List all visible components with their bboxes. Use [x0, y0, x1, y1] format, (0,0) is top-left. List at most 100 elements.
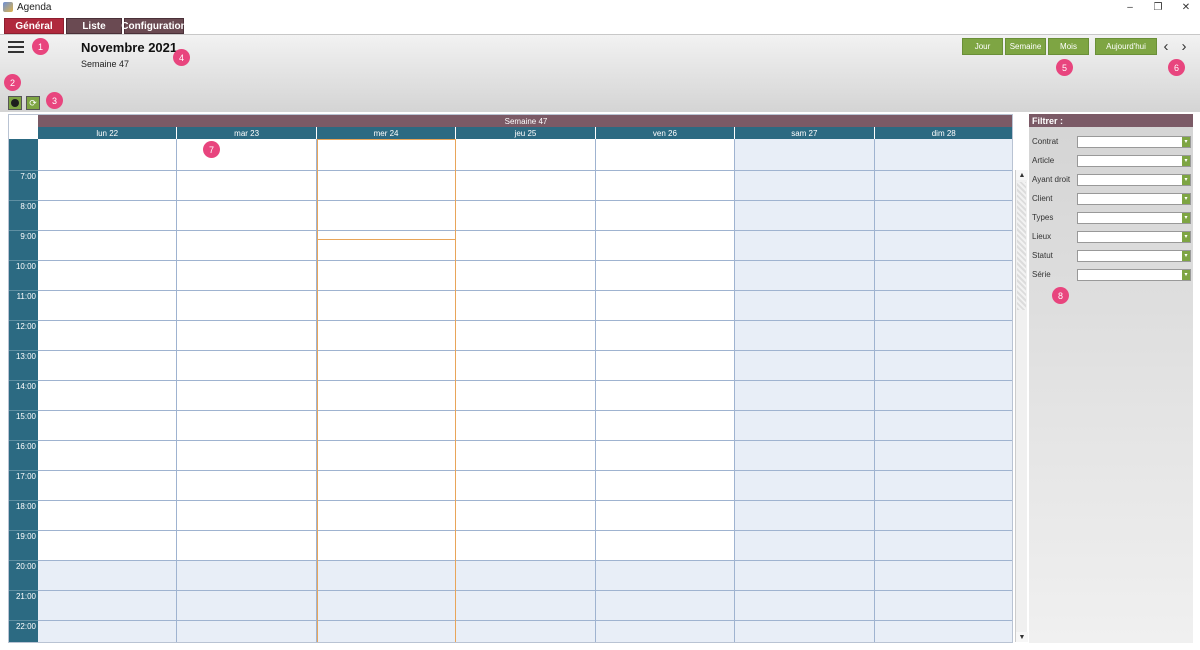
contrat-select[interactable]: ▾: [1077, 135, 1191, 148]
chevron-left-icon[interactable]: ‹: [1160, 38, 1172, 55]
time-gutter: 7:00 8:00 9:00 10:00 11:00 12:00 13:00 14:00 15:…: [9, 139, 38, 642]
hour-line: [38, 170, 1012, 171]
hour-line: [38, 620, 1012, 621]
page-title: Novembre 2021: [81, 40, 178, 55]
day-column[interactable]: [456, 139, 596, 642]
month-view-button[interactable]: Mois: [1048, 38, 1089, 55]
time-label: 9:00: [9, 230, 38, 260]
view-switcher: Jour Semaine Mois Aujourd'hui: [962, 38, 1157, 55]
filter-label: Client: [1032, 194, 1053, 203]
time-label: 21:00: [9, 590, 38, 620]
scroll-down-icon[interactable]: ▼: [1016, 632, 1028, 642]
dropdown-arrow-icon[interactable]: ▾: [1182, 136, 1190, 147]
calendar-tools: ⟳: [8, 96, 40, 110]
lieux-select[interactable]: ▾: [1077, 230, 1191, 243]
callout-marker: 8: [1052, 287, 1069, 304]
chevron-right-icon[interactable]: ›: [1178, 38, 1190, 55]
dropdown-arrow-icon[interactable]: ▾: [1182, 212, 1190, 223]
ayant-droit-select[interactable]: ▾: [1077, 173, 1191, 186]
today-button[interactable]: Aujourd'hui: [1095, 38, 1157, 55]
week-calendar: Semaine 47 lun 22 mar 23 mer 24 jeu 25 v…: [8, 114, 1013, 643]
calendar-scrollbar[interactable]: ▲ ▼: [1015, 170, 1028, 642]
serie-select[interactable]: ▾: [1077, 268, 1191, 281]
client-select[interactable]: ▾: [1077, 192, 1191, 205]
callout-marker: 1: [32, 38, 49, 55]
day-header[interactable]: ven 26: [595, 127, 736, 139]
scroll-up-icon[interactable]: ▲: [1016, 170, 1028, 180]
tab-general[interactable]: Général: [4, 18, 64, 34]
types-select[interactable]: ▾: [1077, 211, 1191, 224]
time-label: 8:00: [9, 200, 38, 230]
scroll-thumb[interactable]: [1017, 182, 1026, 310]
day-column[interactable]: [177, 139, 317, 642]
filter-label: Lieux: [1032, 232, 1052, 241]
time-label: 16:00: [9, 440, 38, 470]
day-header[interactable]: dim 28: [874, 127, 1012, 139]
dropdown-arrow-icon[interactable]: ▾: [1182, 155, 1190, 166]
period-navigation: ‹ ›: [1160, 38, 1190, 55]
dropdown-arrow-icon[interactable]: ▾: [1182, 269, 1190, 280]
window-title: Agenda: [17, 1, 52, 13]
add-event-button[interactable]: [8, 96, 22, 110]
window-controls: – ❐ ✕: [1116, 0, 1200, 14]
hour-line: [38, 440, 1012, 441]
day-header[interactable]: mer 24: [316, 127, 457, 139]
hour-line: [38, 410, 1012, 411]
agenda-header: Novembre 2021 Semaine 47 Jour Semaine Mo…: [0, 34, 1200, 112]
day-column[interactable]: [596, 139, 736, 642]
dropdown-arrow-icon[interactable]: ▾: [1182, 193, 1190, 204]
filter-label: Types: [1032, 213, 1054, 222]
tab-configuration[interactable]: Configuration: [121, 18, 187, 34]
day-header[interactable]: mar 23: [177, 127, 317, 139]
hour-line: [38, 230, 1012, 231]
filter-row-contrat: Contrat ▾: [1029, 132, 1193, 151]
app-icon: [3, 2, 13, 12]
hour-line: [38, 350, 1012, 351]
hour-line: [38, 560, 1012, 561]
callout-marker: 7: [203, 141, 220, 158]
callout-marker: 4: [173, 49, 190, 66]
restore-button[interactable]: ❐: [1144, 0, 1172, 14]
dropdown-arrow-icon[interactable]: ▾: [1182, 250, 1190, 261]
day-column[interactable]: [874, 139, 1012, 642]
callout-marker: 2: [4, 74, 21, 91]
day-column[interactable]: [38, 139, 178, 642]
time-label: 13:00: [9, 350, 38, 380]
hamburger-menu-icon[interactable]: [8, 41, 24, 53]
day-headers: lun 22 mar 23 mer 24 jeu 25 ven 26 sam 2…: [38, 127, 1012, 139]
week-label: Semaine 47: [81, 59, 130, 69]
day-header[interactable]: jeu 25: [456, 127, 596, 139]
time-label: 18:00: [9, 500, 38, 530]
filter-row-statut: Statut ▾: [1029, 246, 1193, 265]
time-grid[interactable]: [38, 139, 1012, 642]
day-header[interactable]: lun 22: [38, 127, 178, 139]
dropdown-arrow-icon[interactable]: ▾: [1182, 174, 1190, 185]
calendar-corner: [9, 115, 38, 139]
filter-row-lieux: Lieux ▾: [1029, 227, 1193, 246]
week-banner: Semaine 47: [38, 115, 1012, 127]
filter-row-types: Types ▾: [1029, 208, 1193, 227]
hour-line: [38, 320, 1012, 321]
minimize-button[interactable]: –: [1116, 0, 1144, 14]
hour-line: [38, 470, 1012, 471]
time-label: 15:00: [9, 410, 38, 440]
main-tabs: Général Liste Configuration: [4, 18, 187, 34]
tab-liste[interactable]: Liste: [66, 18, 122, 34]
time-label: 14:00: [9, 380, 38, 410]
statut-select[interactable]: ▾: [1077, 249, 1191, 262]
filter-label: Série: [1032, 270, 1051, 279]
close-button[interactable]: ✕: [1172, 0, 1200, 14]
day-column[interactable]: [317, 139, 457, 642]
hour-line: [38, 500, 1012, 501]
dropdown-arrow-icon[interactable]: ▾: [1182, 231, 1190, 242]
refresh-button[interactable]: ⟳: [26, 96, 40, 110]
hour-line: [38, 590, 1012, 591]
day-column[interactable]: [735, 139, 875, 642]
day-view-button[interactable]: Jour: [962, 38, 1003, 55]
week-view-button[interactable]: Semaine: [1005, 38, 1046, 55]
day-header[interactable]: sam 27: [735, 127, 875, 139]
time-label: 7:00: [9, 170, 38, 200]
article-select[interactable]: ▾: [1077, 154, 1191, 167]
filter-panel: Filtrer : Contrat ▾ Article ▾ Ayant droi…: [1029, 114, 1193, 643]
time-label: 10:00: [9, 260, 38, 290]
